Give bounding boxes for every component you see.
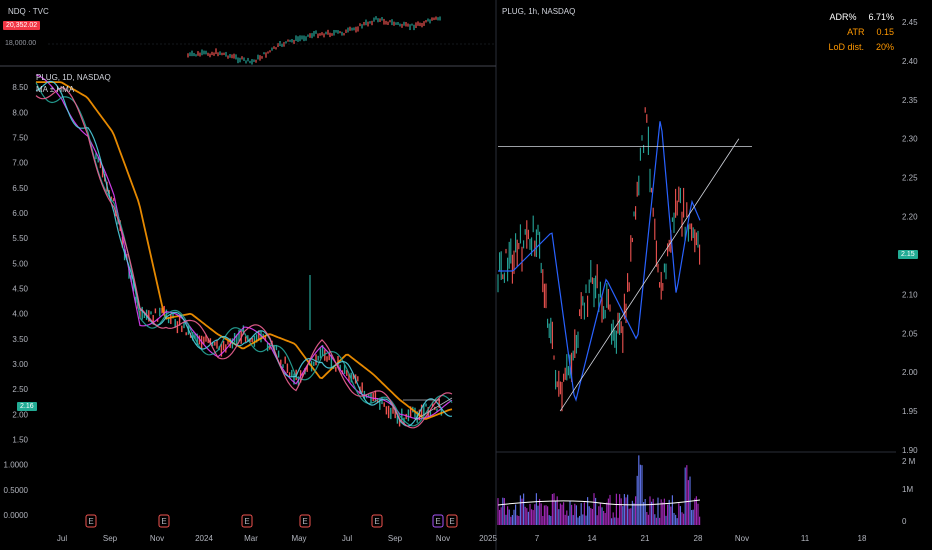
- plug-hourly-symbol-label: PLUG, 1h, NASDAQ: [502, 7, 576, 16]
- xtick-left: 2024: [195, 534, 213, 543]
- metric-adr: ADR% 6.71%: [828, 10, 894, 25]
- xtick-left: Sep: [388, 534, 403, 543]
- xtick-right: Nov: [735, 534, 749, 543]
- ytick-left: 5.50: [12, 234, 28, 243]
- plug-daily-symbol-label: PLUG, 1D, NASDAQ: [36, 73, 111, 82]
- metrics-table: ADR% 6.71% ATR 0.15 LoD dist. 20%: [828, 10, 894, 55]
- ma-line-4: [35, 86, 453, 429]
- metric-adr-value: 6.71%: [868, 12, 894, 22]
- ytick-right: 2.20: [902, 213, 918, 222]
- metric-adr-label: ADR%: [829, 12, 857, 22]
- ytick-left: 2.00: [12, 410, 28, 419]
- earnings-marker-label: E: [88, 517, 93, 526]
- ytick-left: 0.5000: [4, 486, 29, 495]
- ytick-left: 4.50: [12, 284, 28, 293]
- ytick-left: 3.00: [12, 360, 28, 369]
- earnings-marker-label: E: [161, 517, 166, 526]
- ytick-right: 2.05: [902, 329, 918, 338]
- ytick-left: 6.00: [12, 209, 28, 218]
- earnings-marker-label: E: [449, 517, 454, 526]
- xtick-right: 18: [858, 534, 867, 543]
- ytick-right: 2.45: [902, 18, 918, 27]
- ndq-level-label: 18,000.00: [5, 40, 37, 47]
- metric-atr: ATR 0.15: [828, 25, 894, 40]
- ma-line-2: [35, 82, 453, 427]
- ytick-left: 6.50: [12, 184, 28, 193]
- earnings-marker-label: E: [302, 517, 307, 526]
- ytick-right: 1.90: [902, 446, 918, 455]
- ytick-right: 2.30: [902, 135, 918, 144]
- ndq-price-badge: 20,352.02: [3, 21, 41, 30]
- xtick-right: 2025: [479, 534, 497, 543]
- ytick-left: 7.50: [12, 133, 28, 142]
- volume-tick: 1M: [902, 485, 913, 494]
- hourly-ma-line: [498, 121, 701, 402]
- xtick-left: Nov: [150, 534, 164, 543]
- ytick-left: 4.00: [12, 310, 28, 319]
- ytick-left: 7.00: [12, 159, 28, 168]
- ytick-right: 2.10: [902, 290, 918, 299]
- xtick-left: Jul: [57, 534, 67, 543]
- ytick-left: 0.0000: [4, 511, 29, 520]
- xtick-left: Sep: [103, 534, 118, 543]
- plug-daily-price-badge: 2.16: [17, 402, 37, 411]
- indicator-label: MA ± HMA: [36, 85, 75, 94]
- ytick-left: 5.00: [12, 259, 28, 268]
- earnings-marker-label: E: [374, 517, 379, 526]
- ytick-right: 1.95: [902, 407, 918, 416]
- ytick-left: 1.50: [12, 435, 28, 444]
- ma-line-1: [35, 74, 453, 420]
- ytick-right: 2.25: [902, 174, 918, 183]
- ytick-right: 2.35: [902, 96, 918, 105]
- metric-lod-value: 20%: [875, 42, 894, 52]
- ytick-left: 2.50: [12, 385, 28, 394]
- earnings-marker-label: E: [435, 517, 440, 526]
- xtick-left: Nov: [436, 534, 450, 543]
- metric-atr-label: ATR: [847, 27, 865, 37]
- ytick-left: 8.50: [12, 83, 28, 92]
- xtick-right: 14: [588, 534, 597, 543]
- xtick-right: 11: [801, 534, 810, 543]
- xtick-left: Mar: [244, 534, 258, 543]
- xtick-right: 28: [694, 534, 703, 543]
- ma-line-0: [36, 81, 453, 420]
- plug-hourly-price-badge: 2.15: [898, 250, 918, 259]
- xtick-left: May: [291, 534, 306, 543]
- xtick-right: 7: [535, 534, 540, 543]
- ndq-symbol-label: NDQ · TVC: [8, 7, 49, 16]
- volume-tick: 2 M: [902, 457, 916, 466]
- volume-tick: 0: [902, 517, 907, 526]
- xtick-left: Jul: [342, 534, 352, 543]
- ytick-left: 1.0000: [4, 461, 29, 470]
- ma-line-3: [35, 80, 453, 427]
- ytick-right: 2.40: [902, 57, 918, 66]
- metric-lod-label: LoD dist.: [828, 42, 864, 52]
- earnings-marker-label: E: [244, 517, 249, 526]
- xtick-right: 21: [641, 534, 650, 543]
- ytick-right: 2.00: [902, 368, 918, 377]
- ytick-left: 8.00: [12, 108, 28, 117]
- metric-atr-value: 0.15: [876, 27, 894, 37]
- metric-lod: LoD dist. 20%: [828, 40, 894, 55]
- chart-canvas: 8.50 8.00 7.50 7.00 6.50 6.00 5.50 5.00 4.50 4.00…: [0, 0, 918, 550]
- ytick-left: 3.50: [12, 335, 28, 344]
